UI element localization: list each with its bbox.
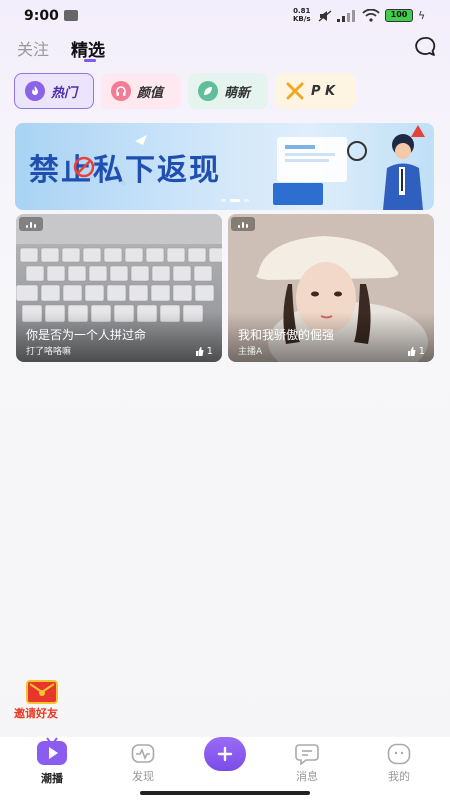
profile-face-icon <box>387 743 411 765</box>
status-time: 9:00 <box>24 8 59 24</box>
nav-label: 我的 <box>388 770 410 783</box>
play-tv-icon <box>37 737 67 765</box>
category-label: 颜值 <box>137 85 164 101</box>
tab-follow[interactable]: 关注 <box>17 36 49 60</box>
home-indicator[interactable] <box>140 791 310 795</box>
video-card[interactable]: 你是否为一个人拼过命 打了咯咯嘛 1 <box>16 214 222 362</box>
nav-profile[interactable]: 我的 <box>364 737 434 787</box>
category-newcomer[interactable]: 萌新 <box>188 73 268 109</box>
nav-home[interactable]: 潮播 <box>17 737 87 787</box>
nav-label: 消息 <box>296 770 318 783</box>
banner-title: 禁止私下返现 <box>29 153 221 188</box>
category-pk[interactable]: P K <box>275 73 355 109</box>
live-indicator-icon <box>231 217 255 231</box>
category-chips: 热门 颜值 萌新 P K <box>14 73 355 109</box>
nav-discover[interactable]: 发现 <box>108 737 178 787</box>
card-title: 你是否为一个人拼过命 <box>26 328 147 342</box>
thumb-up-icon <box>195 347 204 356</box>
signal-icon <box>337 9 355 22</box>
nav-label: 发现 <box>132 770 154 783</box>
message-icon <box>295 744 319 765</box>
tab-featured[interactable]: 精选 <box>71 36 105 61</box>
card-likes-count: 1 <box>206 346 213 357</box>
red-envelope-icon <box>26 680 58 704</box>
thumb-up-icon <box>407 347 416 356</box>
mute-icon <box>318 9 332 22</box>
card-author: 打了咯咯嘛 <box>26 347 72 357</box>
nav-label: 潮播 <box>41 772 63 785</box>
category-label: 热门 <box>51 85 78 101</box>
prohibited-icon <box>73 156 95 178</box>
category-hot[interactable]: 热门 <box>14 73 94 109</box>
create-button[interactable] <box>204 737 246 771</box>
category-beauty[interactable]: 颜值 <box>101 73 181 109</box>
status-icons: 100 ϟ <box>318 9 425 22</box>
banner-pagination <box>221 199 249 202</box>
invite-friends-button[interactable]: 邀请好友 <box>12 678 72 722</box>
status-bar: 9:00 0.81 KB/s 100 ϟ <box>0 0 450 32</box>
headphones-icon <box>111 81 131 101</box>
card-likes-count: 1 <box>418 346 425 357</box>
charging-icon: ϟ <box>418 9 426 22</box>
category-label: P K <box>311 83 336 99</box>
banner-dot-active[interactable] <box>230 199 240 202</box>
banner-dot[interactable] <box>221 199 226 202</box>
leaf-icon <box>198 81 218 101</box>
live-indicator-icon <box>19 217 43 231</box>
battery-icon: 100 <box>385 9 413 22</box>
video-card[interactable]: 我和我骄傲的倔强 主播A 1 <box>228 214 434 362</box>
pulse-icon <box>131 744 155 763</box>
plus-icon <box>217 746 233 762</box>
card-author: 主播A <box>238 347 263 357</box>
card-likes: 1 <box>407 346 425 357</box>
net-speed: 0.81 KB/s <box>293 7 310 23</box>
net-speed-value: 0.81 <box>293 7 311 15</box>
card-title: 我和我骄傲的倔强 <box>238 328 335 342</box>
fire-icon <box>25 81 45 101</box>
invite-label: 邀请好友 <box>14 707 58 720</box>
net-speed-unit: KB/s <box>293 15 311 23</box>
top-header: 关注 精选 <box>0 32 450 66</box>
category-label: 萌新 <box>224 85 251 101</box>
wrench-icon <box>64 10 78 21</box>
active-tab-indicator <box>84 59 96 62</box>
promo-banner[interactable]: 禁止私下返现 <box>15 123 434 210</box>
wifi-icon <box>362 9 380 22</box>
chat-bubble-icon[interactable] <box>414 36 436 58</box>
nav-messages[interactable]: 消息 <box>272 737 342 787</box>
crossed-swords-icon <box>285 81 305 101</box>
banner-dot[interactable] <box>244 199 249 202</box>
card-likes: 1 <box>195 346 213 357</box>
